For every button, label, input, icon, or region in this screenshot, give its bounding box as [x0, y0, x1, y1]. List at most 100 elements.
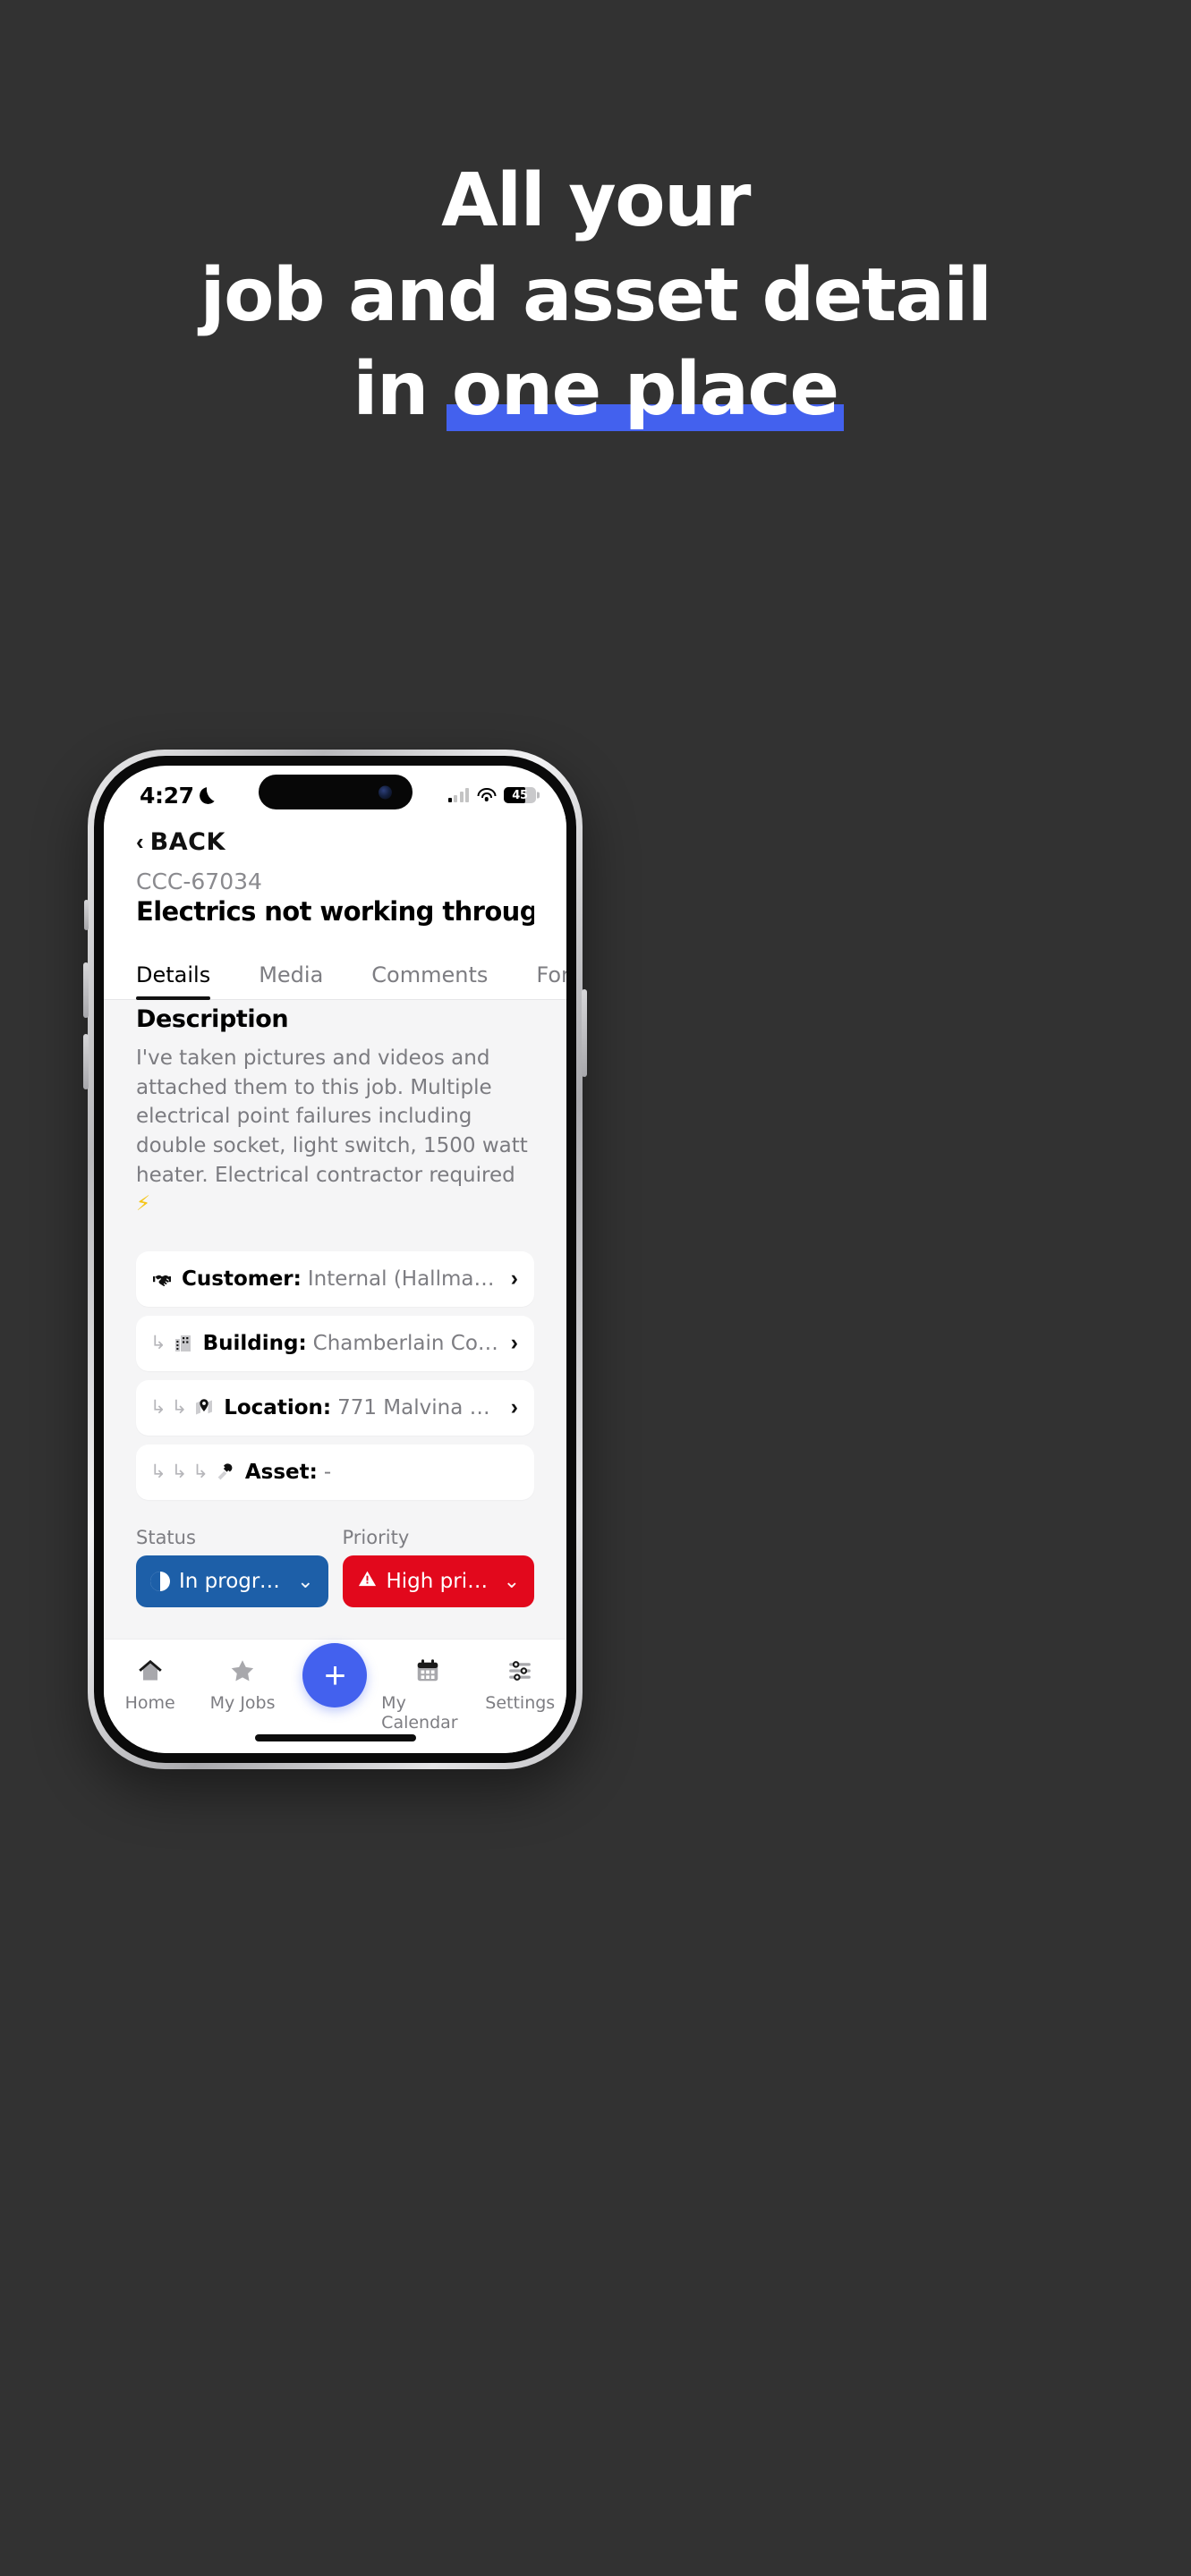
- dynamic-island: [258, 775, 413, 809]
- back-button[interactable]: ‹ BACK: [136, 828, 534, 856]
- back-button-label: BACK: [149, 828, 225, 856]
- indent-arrow-icon: ↳: [150, 1461, 166, 1483]
- front-camera-icon: [378, 785, 392, 799]
- status-column: Status In progress ⌄: [136, 1527, 328, 1607]
- app-header: ‹ BACK CCC-67034 Electrics not working t…: [104, 812, 566, 927]
- wifi-icon: [477, 788, 496, 802]
- hero-line-3-prefix: in: [353, 347, 452, 433]
- tab-media[interactable]: Media: [259, 962, 323, 999]
- home-icon: [136, 1656, 165, 1686]
- tab-comments[interactable]: Comments: [371, 962, 488, 999]
- marketing-hero: All your job and asset detail in one pla…: [0, 0, 1191, 742]
- tabbar-item-create[interactable]: +: [289, 1643, 381, 1707]
- tab-details[interactable]: Details: [136, 962, 211, 1000]
- page-title: Electrics not working throughout...: [136, 896, 534, 927]
- battery-nub: [536, 792, 540, 799]
- hero-line-2: job and asset detail: [200, 252, 992, 338]
- indent-arrow-icon: ↳: [192, 1461, 208, 1483]
- detail-tabs: Details Media Comments Forms: [104, 962, 566, 1000]
- description-heading: Description: [136, 1005, 289, 1033]
- hierarchy-rows: Customer: Internal (Hallmark Care Homes)…: [104, 1219, 566, 1500]
- hierarchy-value: Internal (Hallmark Care Homes): [307, 1267, 502, 1291]
- indent-arrow-icon: ↳: [171, 1461, 188, 1483]
- tabbar-label: Settings: [485, 1693, 556, 1713]
- indent-arrows: ↳: [150, 1334, 166, 1352]
- priority-label: Priority: [342, 1526, 410, 1548]
- indent-arrow-icon: ↳: [150, 1332, 166, 1354]
- tabbar-item-settings[interactable]: Settings: [474, 1656, 566, 1713]
- half-circle-icon: [150, 1571, 170, 1591]
- hierarchy-row-customer[interactable]: Customer: Internal (Hallmark Care Homes)…: [136, 1250, 534, 1307]
- hierarchy-label: Location:: [224, 1395, 332, 1419]
- calendar-icon: [414, 1656, 441, 1686]
- tabbar-item-my-calendar[interactable]: My Calendar: [381, 1656, 473, 1733]
- priority-column: Priority High priority ⌄: [342, 1526, 534, 1607]
- hierarchy-value: 771 Malvina Avenue: [337, 1395, 502, 1419]
- indent-arrows: ↳ ↳ ↳: [150, 1462, 208, 1481]
- power-button[interactable]: [582, 989, 587, 1077]
- tabbar-label: My Jobs: [209, 1693, 276, 1713]
- volume-down-button[interactable]: [83, 1034, 89, 1089]
- hierarchy-label: Customer:: [182, 1267, 302, 1291]
- hero-highlight-text: one place: [451, 347, 839, 433]
- hierarchy-row-building[interactable]: ↳ Building: Chamberlain Court Care Home …: [136, 1315, 534, 1371]
- silent-switch[interactable]: [84, 900, 89, 930]
- indent-arrow-icon: ↳: [150, 1396, 166, 1419]
- media-section-header: Media + add media: [104, 1607, 566, 1639]
- cellular-signal-icon: [447, 788, 469, 802]
- indent-arrow-icon: ↳: [171, 1396, 188, 1419]
- star-icon: [228, 1656, 257, 1686]
- status-bar-right: 45: [447, 787, 540, 803]
- hierarchy-value: -: [323, 1460, 332, 1484]
- hierarchy-row-asset[interactable]: ↳ ↳ ↳ Asset: -: [136, 1444, 534, 1500]
- handshake-icon: [150, 1267, 174, 1291]
- home-indicator[interactable]: [254, 1734, 416, 1741]
- chevron-down-icon: ⌄: [297, 1569, 314, 1592]
- hierarchy-row-location[interactable]: ↳ ↳ Location: 771 Malvina Avenue ›: [136, 1379, 534, 1436]
- status-value: In progress: [179, 1569, 289, 1593]
- hierarchy-label: Asset:: [244, 1460, 318, 1484]
- tabbar-item-my-jobs[interactable]: My Jobs: [196, 1656, 288, 1713]
- chevron-down-icon: ⌄: [503, 1569, 520, 1592]
- warning-triangle-icon: [357, 1569, 378, 1594]
- description-section: Description I've taken pictures and vide…: [104, 986, 566, 1219]
- battery-percent-label: 45: [512, 788, 528, 802]
- description-body: I've taken pictures and videos and attac…: [136, 1044, 534, 1219]
- chevron-right-icon: ›: [510, 1394, 518, 1420]
- back-chevron-icon: ‹: [136, 827, 144, 855]
- sliders-icon: [506, 1656, 533, 1686]
- priority-value: High priority: [386, 1569, 495, 1593]
- plus-icon[interactable]: +: [302, 1643, 368, 1707]
- tabbar-label: My Calendar: [381, 1693, 458, 1733]
- building-icon: [172, 1332, 195, 1355]
- tabbar-item-home[interactable]: Home: [104, 1656, 196, 1713]
- phone-bezel: 4:27 45 ‹ BACK CCC-67034 Electrics not w…: [94, 756, 576, 1763]
- map-pin-icon: [192, 1396, 216, 1419]
- tabbar-label: Home: [124, 1693, 175, 1713]
- battery-icon: 45: [504, 787, 540, 803]
- priority-dropdown[interactable]: High priority ⌄: [342, 1555, 534, 1607]
- phone-screen: 4:27 45 ‹ BACK CCC-67034 Electrics not w…: [104, 766, 566, 1753]
- details-content[interactable]: Description I've taken pictures and vide…: [104, 986, 566, 1639]
- tab-forms[interactable]: Forms: [536, 962, 566, 999]
- job-reference: CCC-67034: [136, 869, 262, 894]
- lightning-bolt-icon: ⚡: [136, 1192, 151, 1216]
- hammer-icon: [214, 1461, 237, 1484]
- description-text: I've taken pictures and videos and attac…: [136, 1046, 528, 1187]
- hero-highlight: one place: [446, 353, 844, 431]
- status-dropdown[interactable]: In progress ⌄: [136, 1555, 328, 1607]
- clock-label: 4:27: [140, 782, 194, 809]
- indent-arrows: ↳ ↳: [150, 1398, 187, 1417]
- hierarchy-value: Chamberlain Court Care Home: [312, 1331, 502, 1355]
- chevron-right-icon: ›: [510, 1266, 518, 1292]
- crescent-moon-icon: [200, 787, 217, 804]
- status-priority-section: Status In progress ⌄ Priority High prior…: [104, 1500, 566, 1607]
- chevron-right-icon: ›: [510, 1330, 518, 1356]
- status-label: Status: [136, 1526, 196, 1548]
- hierarchy-label: Building:: [202, 1331, 307, 1355]
- phone-mockup: 4:27 45 ‹ BACK CCC-67034 Electrics not w…: [83, 750, 587, 1769]
- hero-line-3: in one place: [353, 353, 844, 431]
- volume-up-button[interactable]: [83, 962, 89, 1018]
- hero-line-1: All your: [441, 158, 751, 243]
- status-bar-left: 4:27: [140, 783, 217, 809]
